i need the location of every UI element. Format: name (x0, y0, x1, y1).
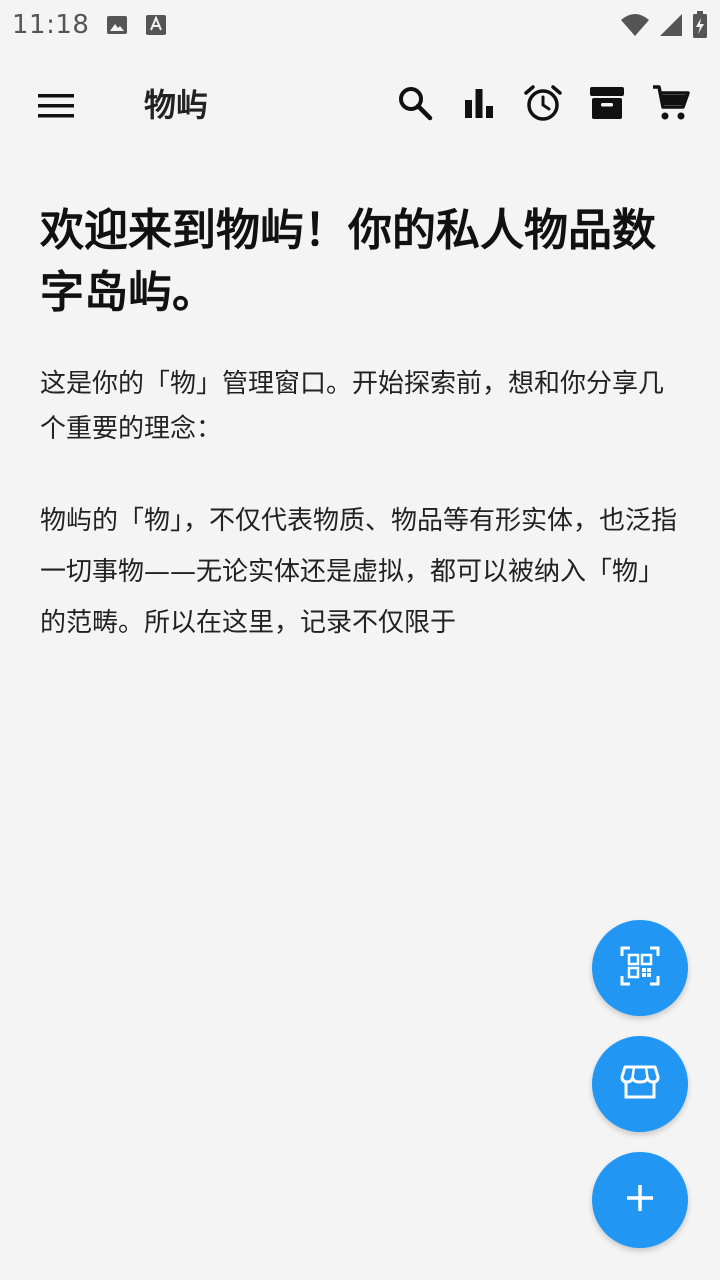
add-fab[interactable] (592, 1152, 688, 1248)
welcome-title: 欢迎来到物屿！你的私人物品数字岛屿。 (40, 205, 656, 318)
alarm-icon (523, 83, 563, 127)
battery-charging-icon (692, 11, 708, 39)
status-time: 11:18 (12, 10, 90, 40)
image-icon (105, 13, 129, 37)
reminder-button[interactable] (518, 80, 568, 130)
app-bar: 物屿 (0, 60, 720, 150)
shopping-cart-icon (651, 83, 691, 127)
wifi-icon (620, 12, 650, 38)
app-title: 物屿 (144, 86, 209, 124)
cart-button[interactable] (646, 80, 696, 130)
app-actions (390, 80, 696, 130)
search-button[interactable] (390, 80, 440, 130)
scan-fab[interactable] (592, 920, 688, 1016)
statistics-button[interactable] (454, 80, 504, 130)
archive-button[interactable] (582, 80, 632, 130)
signal-icon (658, 12, 684, 38)
qr-scan-icon (620, 946, 660, 990)
intro-paragraph: 这是你的「物」管理窗口。开始探索前，想和你分享几个重要的理念： (40, 369, 665, 444)
welcome-content: 欢迎来到物屿！你的私人物品数字岛屿。 这是你的「物」管理窗口。开始探索前，想和你… (40, 200, 680, 649)
bar-chart-icon (462, 86, 496, 124)
status-bar: 11:18 (0, 0, 720, 50)
concept-paragraph: 物屿的「物」，不仅代表物质、物品等有形实体，也泛指一切事物——无论实体还是虚拟，… (40, 506, 678, 638)
menu-button[interactable] (28, 80, 84, 136)
store-fab[interactable] (592, 1036, 688, 1132)
status-left: 11:18 (12, 10, 167, 40)
archive-icon (588, 84, 626, 126)
text-a-icon (145, 13, 167, 37)
status-right (620, 11, 708, 39)
menu-icon (38, 93, 74, 123)
add-icon (625, 1183, 655, 1217)
search-icon (397, 85, 433, 125)
storefront-icon (620, 1062, 660, 1106)
